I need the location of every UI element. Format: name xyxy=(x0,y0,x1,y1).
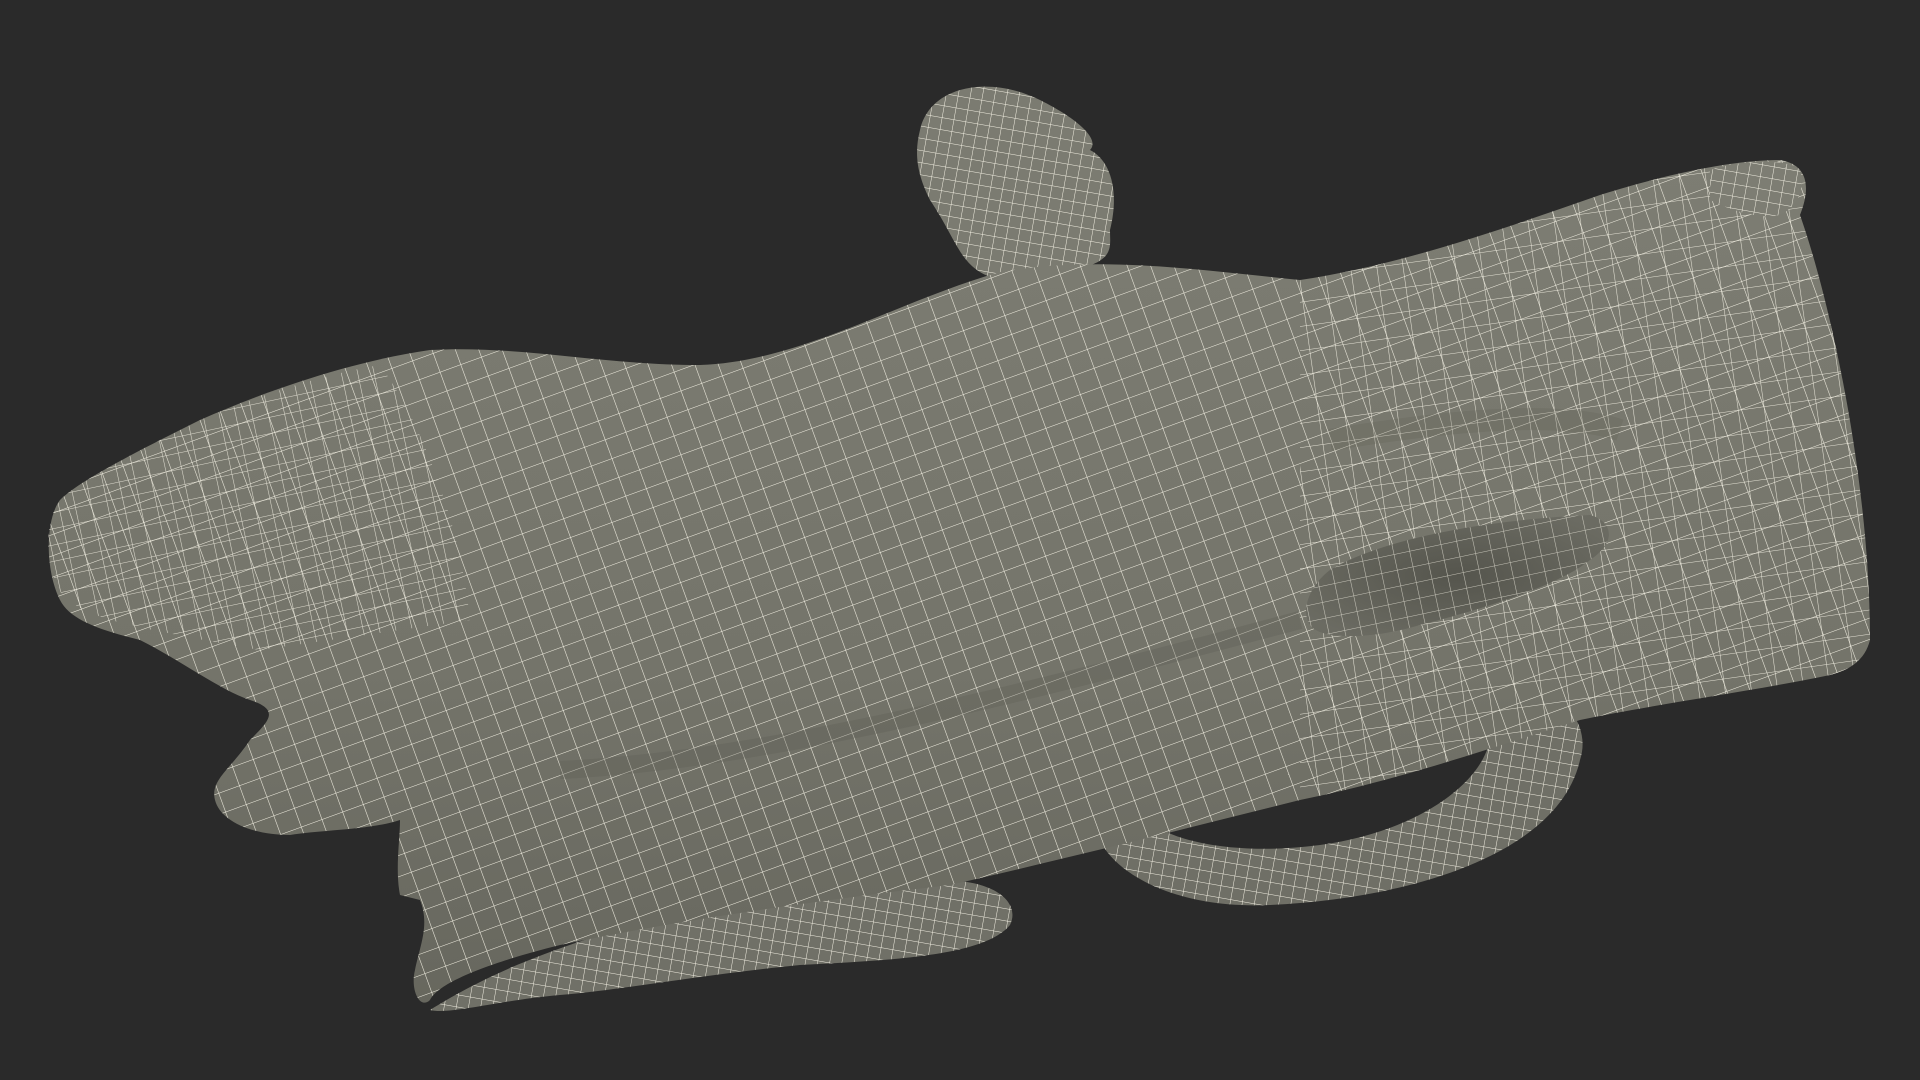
glove-wireframe-render xyxy=(48,86,1870,1012)
thumb xyxy=(917,86,1114,280)
render-viewport xyxy=(0,0,1920,1080)
glove-cuff xyxy=(1300,160,1870,800)
